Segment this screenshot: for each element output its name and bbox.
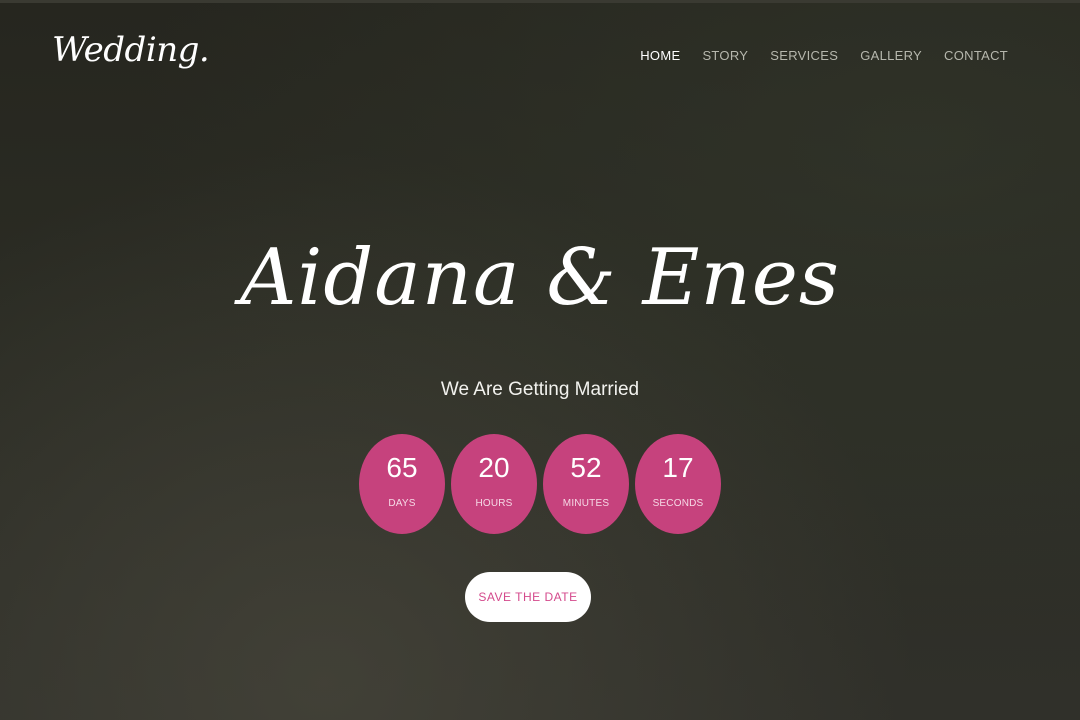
nav-item-contact[interactable]: CONTACT <box>944 48 1008 63</box>
main-nav: HOME STORY SERVICES GALLERY CONTACT <box>640 48 1008 63</box>
countdown-hours: 20 HOURS <box>451 434 537 534</box>
countdown-value: 17 <box>662 451 694 483</box>
countdown-label: SECONDS <box>652 497 704 509</box>
nav-item-home[interactable]: HOME <box>640 48 680 63</box>
top-border <box>0 0 1080 3</box>
countdown-days: 65 DAYS <box>359 434 445 534</box>
countdown-label: MINUTES <box>562 497 610 509</box>
countdown-value: 52 <box>570 451 602 483</box>
save-the-date-button[interactable]: SAVE THE DATE <box>465 572 591 622</box>
hero-title: Aidana & Enes <box>240 233 840 323</box>
countdown-value: 20 <box>478 451 510 483</box>
nav-item-gallery[interactable]: GALLERY <box>860 48 922 63</box>
hero-subtitle: We Are Getting Married <box>440 379 640 400</box>
countdown-timer: 65 DAYS 20 HOURS 52 MINUTES 17 SECONDS <box>0 434 1080 534</box>
countdown-minutes: 52 MINUTES <box>543 434 629 534</box>
countdown-label: HOURS <box>475 497 513 509</box>
countdown-label: DAYS <box>388 497 416 509</box>
countdown-seconds: 17 SECONDS <box>635 434 721 534</box>
countdown-value: 65 <box>386 451 418 483</box>
site-logo[interactable]: Wedding. <box>52 30 210 70</box>
nav-item-story[interactable]: STORY <box>702 48 748 63</box>
nav-item-services[interactable]: SERVICES <box>770 48 838 63</box>
